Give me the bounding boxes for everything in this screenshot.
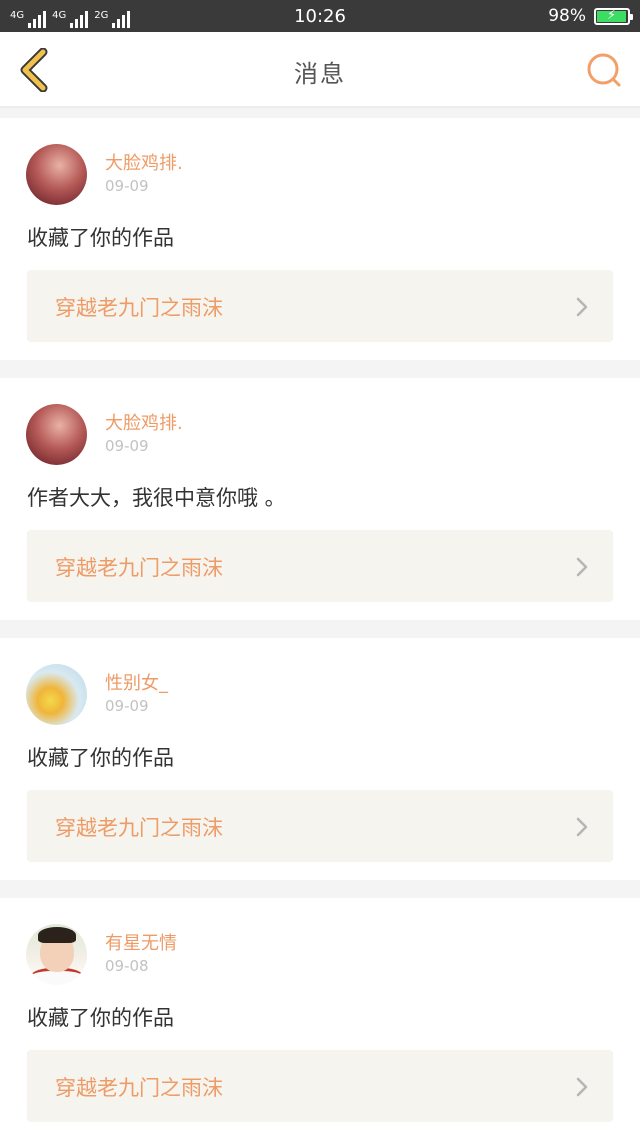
message-text: 收藏了你的作品 bbox=[27, 746, 174, 770]
clock: 10:26 bbox=[294, 6, 346, 27]
username[interactable]: 性别女_ bbox=[105, 669, 168, 695]
message-card: 大脸鸡排. 09-09 作者大大，我很中意你哦 。 穿越老九门之雨沫 bbox=[0, 378, 640, 620]
message-date: 09-09 bbox=[105, 437, 149, 455]
work-title: 穿越老九门之雨沫 bbox=[55, 296, 223, 320]
avatar[interactable] bbox=[26, 664, 87, 725]
chevron-right-icon bbox=[576, 817, 588, 837]
work-title: 穿越老九门之雨沫 bbox=[55, 816, 223, 840]
avatar[interactable] bbox=[26, 924, 87, 985]
username[interactable]: 大脸鸡排. bbox=[105, 149, 183, 175]
avatar[interactable] bbox=[26, 144, 87, 205]
message-card: 性别女_ 09-09 收藏了你的作品 穿越老九门之雨沫 bbox=[0, 638, 640, 880]
message-date: 09-09 bbox=[105, 177, 149, 195]
battery-percent: 98% bbox=[548, 6, 586, 26]
charging-icon: ⚡ bbox=[607, 8, 617, 23]
work-link[interactable]: 穿越老九门之雨沫 bbox=[27, 1050, 613, 1122]
message-list: 大脸鸡排. 09-09 收藏了你的作品 穿越老九门之雨沫 大脸鸡排. 09-09… bbox=[0, 118, 640, 1138]
avatar[interactable] bbox=[26, 404, 87, 465]
message-date: 09-09 bbox=[105, 697, 149, 715]
search-button[interactable] bbox=[584, 50, 624, 90]
status-bar: 4G 4G 2G 10:26 98% ⚡ bbox=[0, 0, 640, 32]
chevron-right-icon bbox=[576, 297, 588, 317]
work-title: 穿越老九门之雨沫 bbox=[55, 556, 223, 580]
work-link[interactable]: 穿越老九门之雨沫 bbox=[27, 530, 613, 602]
chevron-right-icon bbox=[576, 1077, 588, 1097]
message-text: 收藏了你的作品 bbox=[27, 226, 174, 250]
message-text: 作者大大，我很中意你哦 。 bbox=[27, 486, 286, 510]
chevron-right-icon bbox=[576, 557, 588, 577]
message-date: 09-08 bbox=[105, 957, 149, 975]
message-text: 收藏了你的作品 bbox=[27, 1006, 174, 1030]
work-link[interactable]: 穿越老九门之雨沫 bbox=[27, 790, 613, 862]
message-card: 有星无情 09-08 收藏了你的作品 穿越老九门之雨沫 bbox=[0, 898, 640, 1138]
search-icon bbox=[587, 53, 621, 87]
page-title: 消息 bbox=[294, 60, 346, 88]
work-link[interactable]: 穿越老九门之雨沫 bbox=[27, 270, 613, 342]
username[interactable]: 有星无情 bbox=[105, 929, 177, 955]
username[interactable]: 大脸鸡排. bbox=[105, 409, 183, 435]
battery-icon: ⚡ bbox=[594, 8, 633, 25]
work-title: 穿越老九门之雨沫 bbox=[55, 1076, 223, 1100]
message-card: 大脸鸡排. 09-09 收藏了你的作品 穿越老九门之雨沫 bbox=[0, 118, 640, 360]
nav-bar: 消息 bbox=[0, 32, 640, 108]
